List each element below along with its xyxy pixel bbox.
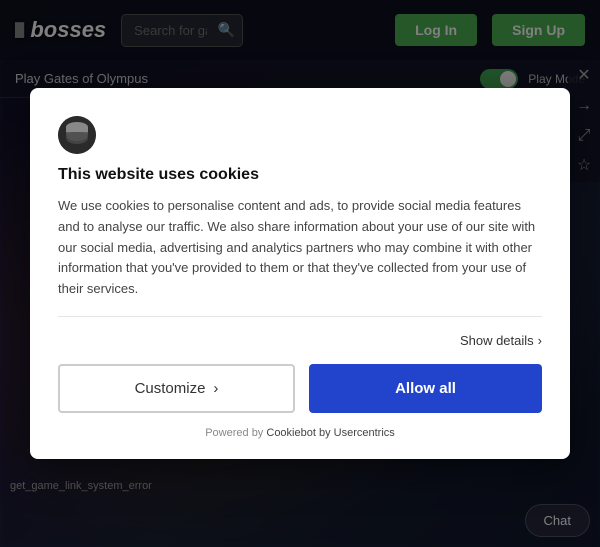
customize-arrow-icon: › bbox=[213, 380, 218, 397]
cookie-dialog-overlay: This website uses cookies We use cookies… bbox=[0, 0, 600, 547]
cookie-dialog-body: We use cookies to personalise content an… bbox=[58, 196, 542, 300]
cookie-dialog: This website uses cookies We use cookies… bbox=[30, 88, 570, 459]
footer-brand-link[interactable]: Cookiebot by Usercentrics bbox=[266, 427, 394, 439]
footer-brand-text: Cookiebot by Usercentrics bbox=[266, 427, 394, 439]
chevron-right-icon: › bbox=[538, 333, 542, 348]
cookie-logo bbox=[58, 116, 542, 154]
customize-label: Customize bbox=[135, 380, 206, 397]
show-details-container: Show details › bbox=[58, 333, 542, 348]
show-details-label: Show details bbox=[460, 333, 534, 348]
cookie-buttons: Customize › Allow all bbox=[58, 364, 542, 413]
customize-button[interactable]: Customize › bbox=[58, 364, 295, 413]
footer-powered-text: Powered by bbox=[205, 427, 263, 439]
cookie-divider bbox=[58, 316, 542, 317]
allow-all-button[interactable]: Allow all bbox=[309, 364, 542, 413]
show-details-link[interactable]: Show details › bbox=[460, 333, 542, 348]
cookie-dialog-title: This website uses cookies bbox=[58, 166, 542, 184]
cookie-footer: Powered by Cookiebot by Usercentrics bbox=[58, 427, 542, 439]
cookiebot-logo-icon bbox=[58, 116, 96, 154]
